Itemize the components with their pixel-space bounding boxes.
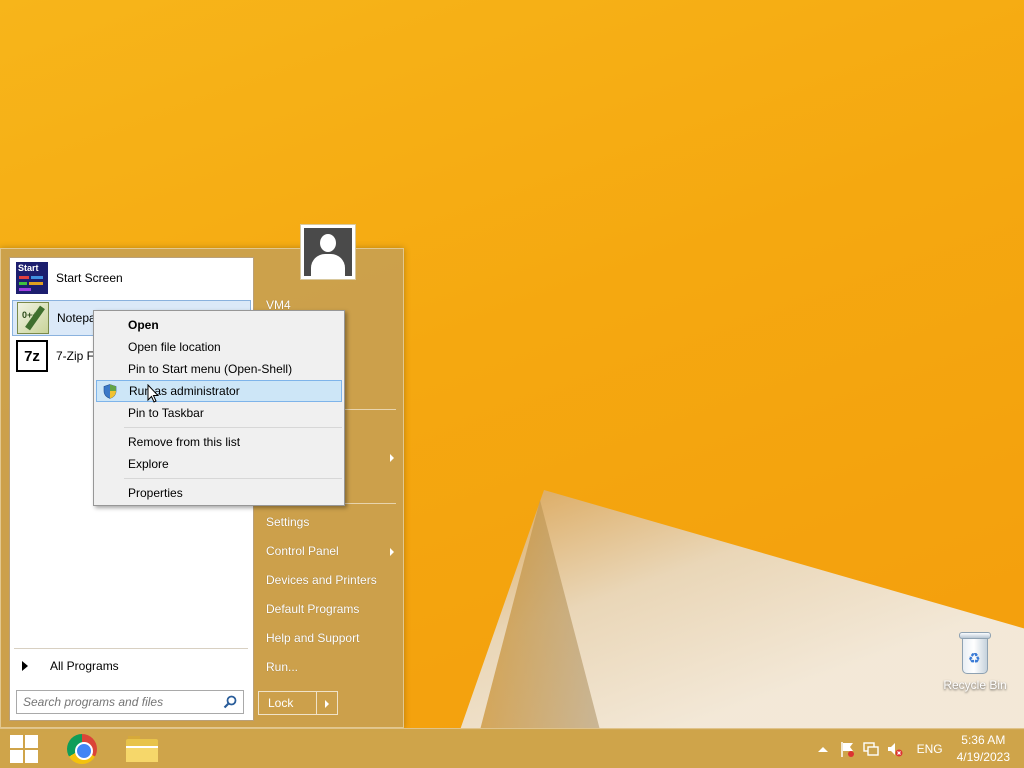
- volume-muted-icon[interactable]: [886, 740, 904, 758]
- chevron-right-icon: [390, 454, 394, 462]
- context-properties[interactable]: Properties: [96, 482, 342, 504]
- context-separator: [124, 427, 342, 428]
- lock-options-arrow[interactable]: [317, 692, 337, 714]
- default-programs-item[interactable]: Default Programs: [266, 599, 400, 619]
- context-pin-to-taskbar[interactable]: Pin to Taskbar: [96, 402, 342, 424]
- settings-item[interactable]: Settings: [266, 512, 400, 532]
- taskbar-chrome[interactable]: [54, 731, 110, 767]
- chevron-right-icon: [390, 548, 394, 556]
- system-tray: ENG 5:36 AM 4/19/2023: [811, 729, 1024, 768]
- start-button[interactable]: [0, 731, 48, 767]
- notepad-plus-plus-icon: 0++: [17, 302, 49, 334]
- context-open[interactable]: Open: [96, 314, 342, 336]
- user-avatar[interactable]: [300, 224, 356, 280]
- control-panel-label: Control Panel: [266, 544, 339, 558]
- start-screen-icon: Start: [16, 262, 48, 294]
- recycle-bin-icon: ♻: [958, 630, 992, 674]
- mouse-cursor-icon: [147, 384, 159, 403]
- network-icon[interactable]: [862, 740, 880, 758]
- lock-label: Lock: [259, 692, 317, 714]
- clock[interactable]: 5:36 AM 4/19/2023: [957, 732, 1010, 766]
- recycle-bin-label: Recycle Bin: [943, 678, 1007, 692]
- all-programs-button[interactable]: All Programs: [18, 654, 250, 678]
- uac-shield-icon: [103, 384, 117, 399]
- program-item-start-screen[interactable]: Start Start Screen: [12, 260, 251, 296]
- programs-separator: [14, 648, 248, 649]
- chrome-icon: [67, 734, 97, 764]
- run-item[interactable]: Run...: [266, 657, 400, 677]
- context-pin-to-start[interactable]: Pin to Start menu (Open-Shell): [96, 358, 342, 380]
- recycle-bin-desktop-icon[interactable]: ♻ Recycle Bin: [942, 630, 1008, 692]
- control-panel-item[interactable]: Control Panel: [266, 541, 400, 561]
- devices-and-printers-item[interactable]: Devices and Printers: [266, 570, 400, 590]
- expand-arrow-icon: [22, 661, 28, 671]
- context-remove-from-list[interactable]: Remove from this list: [96, 431, 342, 453]
- context-separator: [124, 478, 342, 479]
- help-and-support-item[interactable]: Help and Support: [266, 628, 400, 648]
- taskbar-file-explorer[interactable]: [114, 731, 170, 767]
- lock-button[interactable]: Lock: [258, 691, 338, 715]
- context-run-label: Run as administrator: [129, 384, 240, 398]
- 7zip-icon: 7z: [16, 340, 48, 372]
- taskbar: ENG 5:36 AM 4/19/2023: [0, 728, 1024, 768]
- file-explorer-icon: [126, 736, 158, 762]
- search-icon[interactable]: [223, 695, 237, 709]
- all-programs-label: All Programs: [50, 659, 119, 673]
- context-explore[interactable]: Explore: [96, 453, 342, 475]
- context-run-as-administrator[interactable]: Run as administrator: [96, 380, 342, 402]
- windows-start-icon: [10, 735, 38, 763]
- search-box[interactable]: [16, 690, 244, 714]
- context-menu: Open Open file location Pin to Start men…: [93, 310, 345, 506]
- clock-date: 4/19/2023: [956, 750, 1010, 764]
- action-center-flag-icon[interactable]: [838, 740, 856, 758]
- input-language-indicator[interactable]: ENG: [917, 742, 943, 756]
- search-input[interactable]: [23, 695, 213, 709]
- program-label: Start Screen: [56, 271, 123, 285]
- clock-time: 5:36 AM: [961, 733, 1006, 747]
- context-open-file-location[interactable]: Open file location: [96, 336, 342, 358]
- show-hidden-icons-icon[interactable]: [814, 740, 832, 758]
